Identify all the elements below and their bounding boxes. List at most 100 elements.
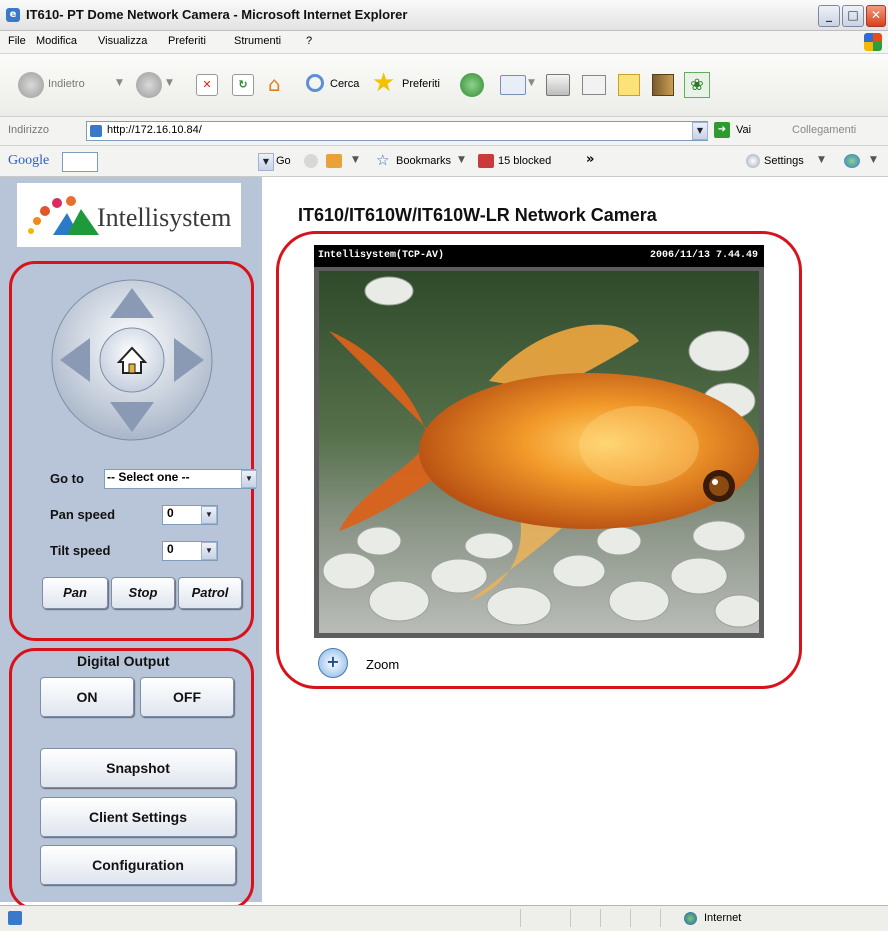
video-overlay-timestamp: 2006/11/13 7.44.49 (649, 250, 758, 261)
pan-speed-value: 0 (167, 506, 174, 520)
menu-modifica[interactable]: Modifica (36, 35, 77, 47)
goto-label: Go to (50, 471, 84, 486)
messenger-icon[interactable]: ❀ (684, 72, 710, 98)
digital-output-on-button[interactable]: ON (40, 677, 134, 717)
account-dropdown-icon[interactable]: ▼ (870, 155, 877, 165)
window-title-bar: e IT610- PT Dome Network Camera - Micros… (0, 0, 888, 31)
zoom-icon[interactable]: + (318, 648, 348, 678)
maximize-button[interactable]: □ (842, 5, 864, 27)
status-bar: Internet (0, 905, 888, 931)
back-label[interactable]: Indietro (48, 78, 85, 90)
pagerank-icon[interactable] (326, 154, 342, 168)
settings-dropdown-icon[interactable]: ▼ (818, 155, 825, 165)
intellisystem-logo: Intellisystem (17, 183, 241, 247)
logo-text: Intellisystem (97, 203, 232, 232)
status-segment (630, 909, 631, 927)
popup-blocked-count[interactable]: 15 blocked (498, 155, 551, 167)
snapshot-button[interactable]: Snapshot (40, 748, 236, 788)
configuration-button[interactable]: Configuration (40, 845, 236, 885)
menu-help[interactable]: ? (306, 35, 312, 47)
google-search-input[interactable] (62, 152, 98, 172)
bookmarks-dropdown-icon[interactable]: ▼ (458, 155, 465, 165)
client-settings-button[interactable]: Client Settings (40, 797, 236, 837)
favorites-label[interactable]: Preferiti (402, 78, 440, 90)
pagerank-dropdown-icon[interactable]: ▼ (352, 155, 359, 165)
menu-strumenti[interactable]: Strumenti (234, 35, 281, 47)
ptz-control-panel: Go to -- Select one -- ▼ Pan speed 0 ▼ T… (9, 261, 257, 641)
output-actions-panel: Digital Output ON OFF Snapshot Client Se… (9, 648, 254, 910)
menu-file[interactable]: File (8, 35, 26, 47)
google-search-dropdown-icon[interactable]: ▼ (258, 153, 274, 171)
page-status-icon (8, 911, 22, 925)
google-toolbar: Google ▼ Go ▼ ☆ Bookmarks ▼ 15 blocked »… (0, 146, 888, 177)
address-bar: Indirizzo http://172.16.10.84/ ▼ ➜ Vai C… (0, 117, 888, 146)
google-logo[interactable]: Google (8, 153, 49, 169)
zoom-label[interactable]: Zoom (366, 657, 399, 672)
google-options-icon[interactable] (304, 154, 318, 168)
links-label[interactable]: Collegamenti (792, 124, 856, 136)
menu-bar: File Modifica Visualizza Preferiti Strum… (0, 31, 888, 54)
settings-button[interactable]: Settings (764, 155, 804, 167)
pan-speed-dropdown-icon[interactable]: ▼ (201, 506, 217, 524)
windows-logo-icon (864, 33, 882, 51)
menu-preferiti[interactable]: Preferiti (168, 35, 206, 47)
goldfish-video-frame (319, 271, 759, 633)
research-icon[interactable] (652, 74, 674, 96)
window-title: IT610- PT Dome Network Camera - Microsof… (26, 7, 408, 22)
history-icon[interactable] (460, 73, 484, 97)
pan-speed-label: Pan speed (50, 507, 116, 522)
search-icon[interactable] (306, 74, 324, 92)
go-button[interactable]: Vai (736, 124, 751, 136)
status-segment (520, 909, 521, 927)
stop-icon[interactable]: ✕ (196, 74, 218, 96)
address-url[interactable]: http://172.16.10.84/ (107, 124, 202, 136)
refresh-icon[interactable]: ↻ (232, 74, 254, 96)
stop-button[interactable]: Stop (111, 577, 175, 609)
pan-speed-select[interactable]: 0 ▼ (162, 505, 218, 525)
home-icon[interactable]: ⌂ (268, 72, 292, 96)
back-arrow-icon[interactable] (18, 72, 44, 98)
settings-icon[interactable] (746, 154, 760, 168)
bookmarks-button[interactable]: Bookmarks (396, 155, 451, 167)
address-dropdown-icon[interactable]: ▼ (692, 122, 708, 140)
bookmarks-star-icon[interactable]: ☆ (376, 151, 389, 169)
mail-icon[interactable] (500, 75, 526, 95)
google-go-button[interactable]: Go (276, 155, 291, 167)
tilt-speed-select[interactable]: 0 ▼ (162, 541, 218, 561)
logo-graphic-icon (28, 196, 99, 235)
preset-select[interactable]: -- Select one -- ▼ (104, 469, 257, 489)
preset-dropdown-icon[interactable]: ▼ (241, 470, 257, 488)
video-overlay-bar: Intellisystem(TCP-AV) 2006/11/13 7.44.49 (314, 245, 764, 267)
patrol-button[interactable]: Patrol (178, 577, 242, 609)
google-account-icon[interactable] (844, 154, 860, 168)
menu-visualizza[interactable]: Visualizza (98, 35, 147, 47)
edit-icon[interactable] (582, 75, 606, 95)
address-input[interactable]: http://172.16.10.84/ (86, 121, 708, 141)
tilt-speed-value: 0 (167, 542, 174, 556)
print-icon[interactable] (546, 74, 570, 96)
minimize-button[interactable]: _ (818, 5, 840, 27)
forward-dropdown-icon[interactable]: ▼ (166, 78, 173, 88)
back-dropdown-icon[interactable]: ▼ (116, 78, 123, 88)
digital-output-label: Digital Output (77, 653, 170, 669)
browser-toolbar: Indietro ▼ ▼ ✕ ↻ ⌂ Cerca ★ Preferiti ▼ ❀ (0, 54, 888, 117)
status-segment (600, 909, 601, 927)
tilt-speed-dropdown-icon[interactable]: ▼ (201, 542, 217, 560)
forward-arrow-icon[interactable] (136, 72, 162, 98)
close-button[interactable]: ✕ (866, 5, 886, 27)
ie-icon: e (6, 8, 20, 22)
toolbar-overflow-chevron[interactable]: » (586, 152, 594, 167)
status-segment (660, 909, 661, 927)
internet-zone-icon (684, 912, 697, 925)
page-icon (90, 125, 102, 137)
discuss-icon[interactable] (618, 74, 640, 96)
pan-button[interactable]: Pan (42, 577, 108, 609)
digital-output-off-button[interactable]: OFF (140, 677, 234, 717)
favorites-star-icon[interactable]: ★ (372, 68, 395, 98)
video-overlay-camera-name: Intellisystem(TCP-AV) (318, 250, 445, 261)
page-heading: IT610/IT610W/IT610W-LR Network Camera (298, 205, 657, 225)
popup-blocker-icon[interactable] (478, 154, 494, 168)
mail-dropdown-icon[interactable]: ▼ (528, 78, 535, 88)
search-label[interactable]: Cerca (330, 78, 359, 90)
go-arrow-icon[interactable]: ➜ (714, 122, 730, 138)
